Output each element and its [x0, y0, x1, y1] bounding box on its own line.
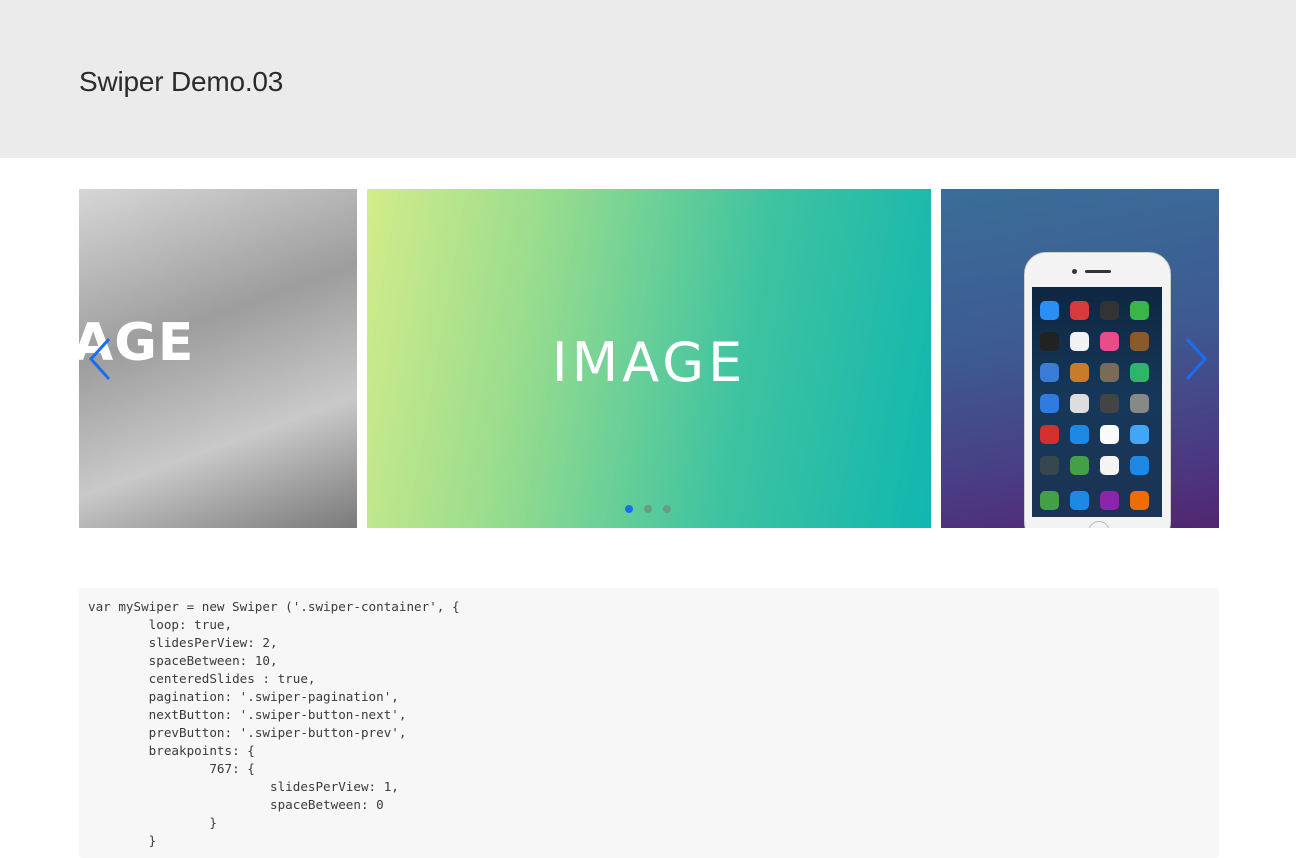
app-icon — [1070, 425, 1089, 444]
code-block: var mySwiper = new Swiper ('.swiper-cont… — [79, 588, 1219, 858]
swiper-pagination — [625, 505, 675, 515]
swiper-button-prev[interactable] — [85, 337, 115, 381]
app-icon — [1130, 394, 1149, 413]
pagination-bullet[interactable] — [663, 505, 671, 513]
app-icon — [1130, 301, 1149, 320]
app-icon — [1130, 332, 1149, 351]
chevron-left-icon — [88, 337, 111, 381]
slide-prev[interactable]: AGE — [79, 189, 357, 528]
slide-next[interactable] — [941, 189, 1219, 528]
iphone-image — [1024, 252, 1171, 528]
swiper-button-next[interactable] — [1181, 337, 1211, 381]
slide-active[interactable]: IMAGE — [367, 189, 931, 528]
phone-screen — [1032, 287, 1162, 517]
phone-camera — [1072, 269, 1077, 274]
app-icon — [1040, 394, 1059, 413]
page-header: Swiper Demo.03 — [0, 0, 1296, 158]
app-icon — [1100, 425, 1119, 444]
app-icon — [1070, 394, 1089, 413]
app-icon — [1130, 425, 1149, 444]
chevron-right-icon — [1185, 337, 1208, 381]
pagination-bullet[interactable] — [625, 505, 633, 513]
swiper-container[interactable]: AGE IMAGE — [79, 189, 1219, 528]
app-icon — [1100, 301, 1119, 320]
phone-speaker — [1085, 270, 1111, 273]
app-icon — [1040, 425, 1059, 444]
app-icon — [1040, 332, 1059, 351]
dock-app-icon — [1040, 491, 1059, 510]
app-icon — [1100, 363, 1119, 382]
pagination-bullet[interactable] — [644, 505, 652, 513]
code-snippet: var mySwiper = new Swiper ('.swiper-cont… — [88, 599, 460, 848]
dock-app-icon — [1130, 491, 1149, 510]
app-icon — [1070, 332, 1089, 351]
app-icon — [1070, 456, 1089, 475]
slide-active-label: IMAGE — [551, 331, 747, 394]
app-icon — [1100, 394, 1119, 413]
app-icon — [1070, 363, 1089, 382]
phone-home-button — [1088, 521, 1110, 528]
app-icon — [1130, 456, 1149, 475]
app-icon — [1040, 456, 1059, 475]
app-icon — [1040, 363, 1059, 382]
app-icon — [1100, 332, 1119, 351]
app-icon — [1100, 456, 1119, 475]
dock-app-icon — [1070, 491, 1089, 510]
page-title: Swiper Demo.03 — [79, 66, 284, 97]
dock-app-icon — [1100, 491, 1119, 510]
app-icon — [1130, 363, 1149, 382]
app-icon — [1070, 301, 1089, 320]
app-icon — [1040, 301, 1059, 320]
